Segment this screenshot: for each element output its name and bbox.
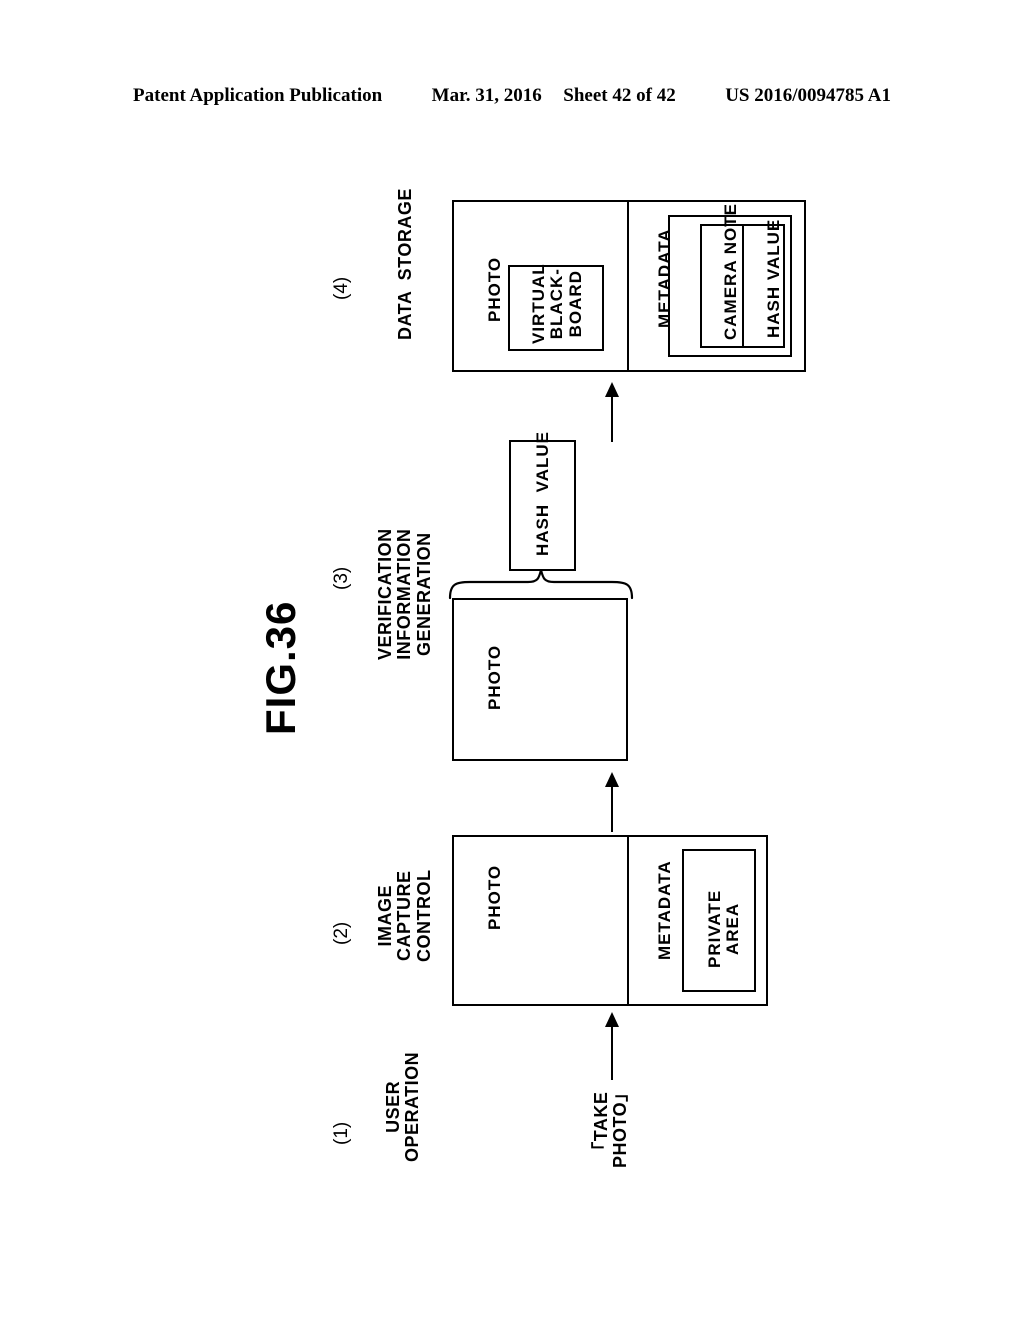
step-1-index: (1) (331, 1121, 352, 1145)
step-2-photo-label: PHOTO (485, 864, 504, 930)
step-2-section-divider (627, 835, 629, 1006)
step-3-hash-value-label: HASH VALUE (533, 431, 552, 556)
step-4-camera-note-label: CAMERA NOTE (721, 203, 740, 340)
step-3-hash-brace (448, 569, 634, 600)
step-4-virtual-blackboard-label: VIRTUAL BLACK- BOARD (529, 263, 585, 344)
step-4-label: DATA STORAGE (395, 188, 415, 340)
step-2-index: (2) (331, 921, 352, 945)
take-photo-operation-label: 「TAKE PHOTO」 (591, 1083, 631, 1168)
step-4-photo-label: PHOTO (485, 256, 504, 322)
step-2-private-area-label: PRIVATE AREA (705, 889, 743, 968)
step-3-photo-box (452, 598, 628, 761)
step-3-photo-label: PHOTO (485, 644, 504, 710)
step-1-label: USER OPERATION (383, 1051, 423, 1162)
step-3-index: (3) (331, 566, 352, 590)
figure-canvas: FIG.36 (1) USER OPERATION 「TAKE PHOTO」 (… (0, 0, 1024, 1320)
step-2-metadata-label: METADATA (655, 860, 674, 960)
step-4-section-divider (627, 200, 629, 372)
step-3-label: VERIFICATION INFORMATION GENERATION (375, 528, 434, 660)
step-4-hash-value-label: HASH VALUE (764, 218, 783, 338)
step-2-label: IMAGE CAPTURE CONTROL (375, 869, 434, 963)
figure-title: FIG.36 (257, 600, 304, 735)
step-4-index: (4) (331, 276, 352, 300)
step-4-metadata-cell-divider (742, 224, 744, 348)
